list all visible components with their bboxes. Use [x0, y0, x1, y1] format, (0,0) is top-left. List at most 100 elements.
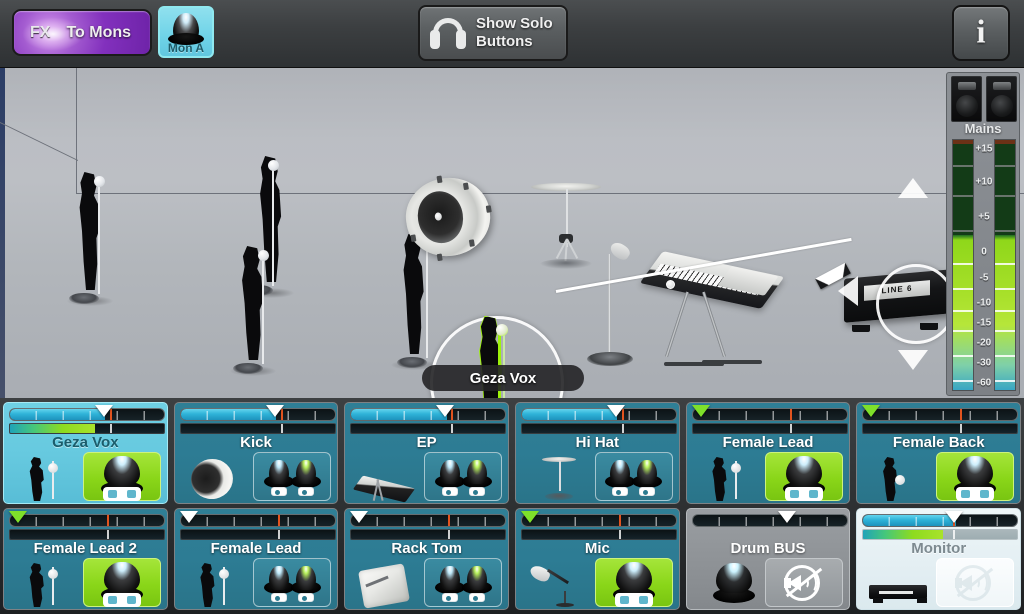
send-knob-icon[interactable]: [461, 459, 492, 496]
level-knob-icon[interactable]: [952, 454, 998, 501]
fx-label: FX: [30, 23, 51, 41]
channel-name-label: Mic: [584, 540, 610, 557]
channel-knob-panel-active[interactable]: [594, 558, 673, 607]
channel-knob-panel[interactable]: [253, 452, 332, 501]
channel-fader-handle[interactable]: [862, 405, 881, 417]
level-knob-icon[interactable]: [263, 565, 294, 602]
level-knob-icon[interactable]: [99, 560, 145, 607]
level-knob-icon[interactable]: [434, 565, 465, 602]
stage-wall-corner: [0, 121, 78, 196]
channel-strip[interactable]: Monitor: [856, 508, 1022, 610]
channel-knob-panel-active[interactable]: [765, 452, 844, 501]
meter-unity-mark: [277, 530, 280, 539]
channel-source-thumbnail: [351, 453, 425, 503]
speaker-mute-icon[interactable]: [784, 564, 824, 601]
channel-mute-panel[interactable]: [936, 558, 1015, 607]
send-knob-icon[interactable]: [290, 459, 321, 496]
channel-fader-track[interactable]: [9, 408, 165, 421]
level-knob-icon[interactable]: [99, 454, 145, 501]
fader-scale-ticks: [180, 517, 335, 526]
level-knob-icon[interactable]: [611, 560, 657, 607]
channel-fader-handle[interactable]: [607, 405, 626, 417]
channel-knob-panel-active[interactable]: [936, 452, 1015, 501]
channel-fader-track[interactable]: [179, 514, 336, 527]
channel-knob-panel-active[interactable]: [82, 452, 161, 501]
mon-a-button[interactable]: Mon A: [158, 6, 214, 58]
channel-strip[interactable]: Female Back: [856, 402, 1022, 504]
solo-label-line2: Buttons: [476, 33, 533, 50]
level-knob-icon[interactable]: [263, 459, 294, 496]
stage-view[interactable]: LINE 6 Geza Vox: [0, 68, 1024, 398]
channel-strip[interactable]: Mic: [515, 508, 680, 610]
channel-knob-panel[interactable]: [424, 452, 503, 501]
channel-fader-handle[interactable]: [9, 511, 27, 523]
channel-fader-handle[interactable]: [265, 405, 284, 417]
fader-scale-ticks: [863, 411, 1018, 420]
channel-fader-handle[interactable]: [179, 511, 198, 523]
channel-strip[interactable]: Hi Hat: [515, 402, 680, 504]
channel-fader-track[interactable]: [350, 514, 507, 527]
fader-unity-mark: [107, 515, 109, 526]
channel-fader-track[interactable]: [521, 514, 678, 527]
channel-fader-handle[interactable]: [691, 405, 710, 417]
channel-knob-panel[interactable]: [424, 558, 503, 607]
channel-strip[interactable]: Female Lead: [685, 402, 851, 504]
level-knob-icon[interactable]: [434, 459, 465, 496]
mains-meter-panel[interactable]: Mains +15 +10 +5 0 -5 -10 -15 -20 -30 -6…: [946, 72, 1020, 396]
channel-strip-row-2: Female Lead 2 Female Lead Rack Tom Mic Drum …: [0, 508, 1024, 612]
channel-strip[interactable]: Kick: [173, 402, 339, 504]
meter-unity-mark: [451, 424, 454, 433]
level-knob-icon[interactable]: [781, 454, 827, 501]
stage-performer-vocal-3[interactable]: [230, 246, 276, 376]
send-knob-icon[interactable]: [632, 459, 663, 496]
channel-fader-handle[interactable]: [436, 405, 455, 417]
info-button[interactable]: i: [952, 5, 1010, 61]
channel-fader-track[interactable]: [9, 514, 165, 527]
channel-fader-handle[interactable]: [521, 511, 540, 523]
channel-strip[interactable]: EP: [344, 402, 510, 504]
channel-fader-track[interactable]: [691, 514, 848, 527]
fader-scale-ticks: [692, 411, 847, 420]
channel-strip[interactable]: Geza Vox: [3, 402, 168, 504]
channel-mute-panel[interactable]: [765, 558, 844, 607]
channel-fader-handle[interactable]: [777, 511, 796, 523]
channel-strip[interactable]: Female Lead: [173, 508, 339, 610]
stage-left-edge: [0, 68, 5, 398]
channel-knob-panel[interactable]: [594, 452, 673, 501]
channel-name-label: Female Lead: [210, 540, 302, 557]
channel-source-thumbnail: [522, 453, 596, 501]
level-knob-icon[interactable]: [605, 459, 636, 496]
fx-to-mons-button[interactable]: FX To Mons: [12, 9, 152, 56]
channel-strip[interactable]: Rack Tom: [344, 508, 510, 610]
send-knob-icon[interactable]: [290, 565, 321, 602]
stage-performer-vocal-1[interactable]: [67, 172, 113, 306]
channel-fader-track[interactable]: [350, 408, 507, 421]
stage-performer-vocal-4[interactable]: [391, 234, 437, 370]
send-knob-icon[interactable]: [461, 565, 492, 602]
channel-fader-track[interactable]: [179, 408, 336, 421]
channel-strip[interactable]: Female Lead 2: [3, 508, 168, 610]
channel-fader-track[interactable]: [521, 408, 678, 421]
channel-fader-track[interactable]: [691, 408, 848, 421]
channel-knob-panel[interactable]: [253, 558, 332, 607]
move-left-arrow[interactable]: [838, 276, 858, 306]
channel-knob-panel-active[interactable]: [82, 558, 161, 607]
move-down-arrow[interactable]: [898, 350, 928, 370]
channel-fader-track[interactable]: [862, 514, 1019, 527]
move-up-arrow[interactable]: [898, 178, 928, 198]
fader-scale-ticks: [351, 411, 506, 420]
channel-fader-handle[interactable]: [350, 511, 369, 523]
mixer-app-window: FX To Mons Mon A Show Solo Buttons i LIN…: [0, 0, 1024, 614]
stage-keyboard[interactable]: [639, 251, 810, 366]
channel-strip-area: Geza Vox Kick EP Hi Hat Female Lead Female Ba…: [0, 398, 1024, 614]
channel-source-thumbnail: [181, 559, 255, 607]
show-solo-buttons-button[interactable]: Show Solo Buttons: [418, 5, 568, 61]
stage-mic-stand[interactable]: [586, 239, 634, 366]
channel-fader-handle[interactable]: [945, 511, 964, 523]
speaker-mute-icon[interactable]: [955, 564, 995, 601]
channel-fader-track[interactable]: [862, 408, 1019, 421]
channel-source-thumbnail: [693, 453, 767, 501]
bus-level-knob-icon[interactable]: [711, 561, 757, 607]
channel-fader-handle[interactable]: [95, 405, 113, 417]
channel-strip[interactable]: Drum BUS: [685, 508, 851, 610]
